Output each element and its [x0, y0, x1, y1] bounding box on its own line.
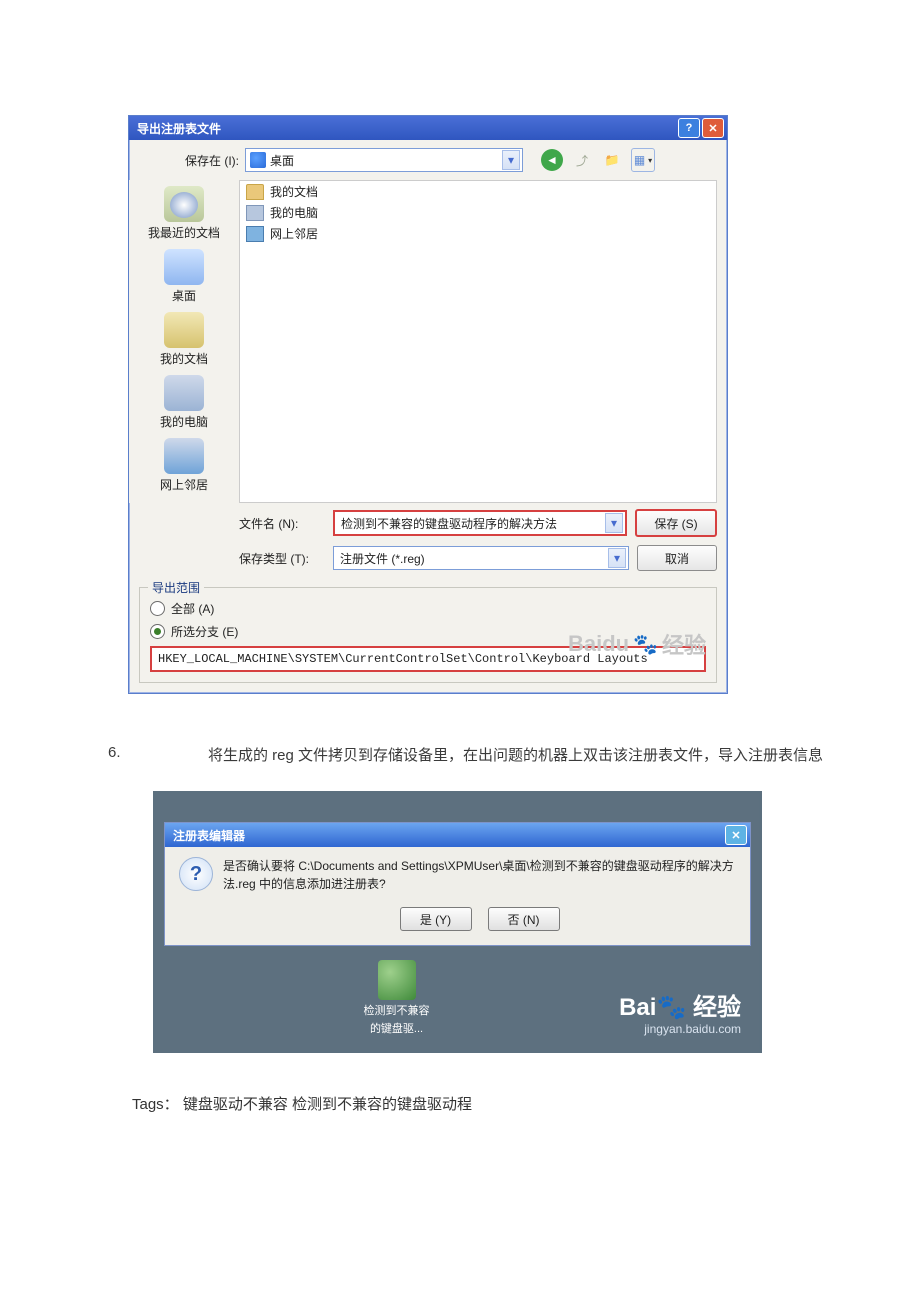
dialog-title-bar: 导出注册表文件 ? ✕ [129, 116, 727, 140]
toolbar-icons: ◄ ⤴ 📁 ▦▾ [541, 148, 655, 172]
view-menu-icon[interactable]: ▦▾ [631, 148, 655, 172]
places-label: 我最近的文档 [148, 224, 220, 241]
desktop-icon [250, 152, 266, 168]
filetype-value: 注册文件 (*.reg) [340, 550, 608, 567]
watermark-text: 经验 [662, 628, 706, 660]
up-one-level-icon[interactable]: ⤴ [571, 149, 593, 171]
help-button[interactable]: ? [678, 118, 700, 138]
reg-file-label: 的键盘驱... [370, 1020, 423, 1036]
tags-label: Tags： [132, 1096, 179, 1113]
filename-value: 检测到不兼容的键盘驱动程序的解决方法 [341, 515, 605, 532]
step-text: 将生成的 reg 文件拷贝到存储设备里，在出问题的机器上双击该注册表文件，导入注… [208, 744, 823, 765]
list-item[interactable]: 我的电脑 [240, 202, 716, 223]
export-registry-dialog: 导出注册表文件 ? ✕ 保存在 (I): 桌面 ▾ ◄ ⤴ 📁 ▦▾ 我最 [128, 115, 728, 694]
tag: 键盘驱动不兼容 [183, 1096, 288, 1113]
filetype-select[interactable]: 注册文件 (*.reg) ▾ [333, 546, 629, 570]
close-button[interactable]: ✕ [702, 118, 724, 138]
list-item[interactable]: 我的文档 [240, 181, 716, 202]
places-desktop[interactable]: 桌面 [129, 249, 239, 304]
watermark-brand: Baidu [568, 631, 629, 657]
my-computer-icon [246, 205, 264, 221]
list-item[interactable]: 网上邻居 [240, 223, 716, 244]
close-button[interactable]: ✕ [725, 825, 747, 845]
cancel-button[interactable]: 取消 [637, 545, 717, 571]
new-folder-icon[interactable]: 📁 [601, 149, 623, 171]
list-item-label: 我的电脑 [270, 204, 318, 221]
filename-input[interactable]: 检测到不兼容的键盘驱动程序的解决方法 ▾ [333, 510, 627, 536]
dialog-title: 注册表编辑器 [173, 827, 723, 844]
yes-button[interactable]: 是 (Y) [400, 907, 472, 931]
location-value: 桌面 [266, 152, 502, 169]
dialog-title: 导出注册表文件 [137, 120, 676, 137]
reg-file-icon-block[interactable]: 检测到不兼容 的键盘驱... [364, 960, 430, 1036]
watermark-sub: jingyan.baidu.com [619, 1022, 741, 1036]
paw-icon: 🐾 [656, 994, 686, 1021]
places-my-documents[interactable]: 我的文档 [129, 312, 239, 367]
question-icon: ? [179, 857, 213, 891]
desktop-icon [164, 249, 204, 285]
filetype-row: 保存类型 (T): 注册文件 (*.reg) ▾ 取消 [239, 545, 717, 571]
file-list[interactable]: 我的文档 我的电脑 网上邻居 [239, 180, 717, 503]
save-button[interactable]: 保存 (S) [635, 509, 717, 537]
network-icon [246, 226, 264, 242]
location-row: 保存在 (I): 桌面 ▾ ◄ ⤴ 📁 ▦▾ [129, 140, 727, 180]
paw-icon: 🐾 [633, 632, 658, 657]
network-neighborhood-icon [164, 438, 204, 474]
reg-file-label: 检测到不兼容 [364, 1002, 430, 1018]
filename-row: 文件名 (N): 检测到不兼容的键盘驱动程序的解决方法 ▾ 保存 (S) [239, 509, 717, 537]
confirm-message: 是否确认要将 C:\Documents and Settings\XPMUser… [223, 857, 736, 893]
watermark: Bai🐾 经验 jingyan.baidu.com [619, 987, 741, 1036]
step-number: 6. [108, 744, 128, 765]
recent-documents-icon [164, 186, 204, 222]
places-bar: 我最近的文档 桌面 我的文档 我的电脑 网上邻居 [129, 180, 239, 503]
location-dropdown[interactable]: 桌面 ▾ [245, 148, 523, 172]
export-branch-label: 所选分支 (E) [171, 623, 238, 640]
places-network[interactable]: 网上邻居 [129, 438, 239, 493]
no-button[interactable]: 否 (N) [488, 907, 560, 931]
tags-line: Tags： 键盘驱动不兼容 检测到不兼容的键盘驱动程 [132, 1093, 920, 1114]
folder-icon [246, 184, 264, 200]
places-label: 我的电脑 [160, 413, 208, 430]
export-all-label: 全部 (A) [171, 600, 214, 617]
step-line: 6. 将生成的 reg 文件拷贝到存储设备里，在出问题的机器上双击该注册表文件，… [108, 744, 920, 765]
export-all-radio[interactable]: 全部 (A) [150, 600, 706, 617]
places-recent[interactable]: 我最近的文档 [129, 186, 239, 241]
registry-confirm-dialog: 注册表编辑器 ✕ ? 是否确认要将 C:\Documents and Setti… [164, 822, 751, 946]
my-computer-icon [164, 375, 204, 411]
screenshot-confirm: 注册表编辑器 ✕ ? 是否确认要将 C:\Documents and Setti… [153, 791, 762, 1053]
export-range-group: 导出范围 全部 (A) 所选分支 (E) HKEY_LOCAL_MACHINE\… [139, 587, 717, 683]
reg-file-icon [378, 960, 416, 1000]
my-documents-icon [164, 312, 204, 348]
location-label: 保存在 (I): [129, 152, 239, 169]
list-item-label: 网上邻居 [270, 225, 318, 242]
export-range-legend: 导出范围 [148, 579, 204, 596]
list-item-label: 我的文档 [270, 183, 318, 200]
back-icon[interactable]: ◄ [541, 149, 563, 171]
filetype-label: 保存类型 (T): [239, 550, 325, 567]
watermark: Baidu 🐾 经验 [568, 628, 706, 660]
chevron-down-icon[interactable]: ▾ [608, 548, 626, 568]
radio-icon [150, 624, 165, 639]
radio-icon [150, 601, 165, 616]
chevron-down-icon[interactable]: ▾ [605, 513, 623, 533]
filename-label: 文件名 (N): [239, 515, 325, 532]
places-label: 桌面 [172, 287, 196, 304]
tag: 检测到不兼容的键盘驱动程 [292, 1096, 472, 1113]
watermark-text: 经验 [693, 994, 741, 1021]
chevron-down-icon[interactable]: ▾ [502, 150, 520, 170]
places-label: 网上邻居 [160, 476, 208, 493]
dialog-title-bar: 注册表编辑器 ✕ [165, 823, 750, 847]
places-label: 我的文档 [160, 350, 208, 367]
places-my-computer[interactable]: 我的电脑 [129, 375, 239, 430]
